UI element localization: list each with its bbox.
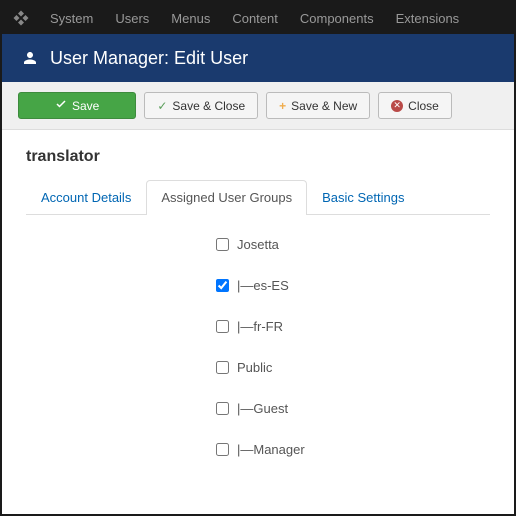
group-label: |—Guest [237,401,288,416]
header-title: User Manager: Edit User [50,48,248,69]
save-label: Save [72,99,99,113]
menu-system[interactable]: System [40,11,103,26]
group-checkbox-manager[interactable] [216,443,229,456]
tabs: Account Details Assigned User Groups Bas… [26,180,490,215]
save-new-label: Save & New [291,99,357,113]
menu-menus[interactable]: Menus [161,11,220,26]
user-groups-list: Josetta |—es-ES |—fr-FR Public |—Guest |… [26,215,490,457]
group-item[interactable]: Josetta [216,237,490,252]
save-close-button[interactable]: ✓ Save & Close [144,92,258,119]
tab-assigned-user-groups[interactable]: Assigned User Groups [146,180,307,215]
menu-users[interactable]: Users [105,11,159,26]
save-new-button[interactable]: + Save & New [266,92,370,119]
save-close-label: Save & Close [172,99,245,113]
group-checkbox-guest[interactable] [216,402,229,415]
menu-content[interactable]: Content [222,11,288,26]
tab-account-details[interactable]: Account Details [26,180,146,214]
group-checkbox-josetta[interactable] [216,238,229,251]
group-item[interactable]: |—fr-FR [216,319,490,334]
group-label: |—fr-FR [237,319,283,334]
group-item[interactable]: |—Manager [216,442,490,457]
page-title: translator [26,148,490,166]
check-icon: ✓ [157,99,167,113]
group-label: |—es-ES [237,278,289,293]
content-area: translator Account Details Assigned User… [2,130,514,501]
group-label: Public [237,360,272,375]
group-checkbox-public[interactable] [216,361,229,374]
close-button[interactable]: ✕ Close [378,92,452,119]
close-label: Close [408,99,439,113]
group-item[interactable]: |—es-ES [216,278,490,293]
group-checkbox-fr-fr[interactable] [216,320,229,333]
user-icon [20,48,40,68]
menu-extensions[interactable]: Extensions [386,11,470,26]
tab-basic-settings[interactable]: Basic Settings [307,180,419,214]
group-label: Josetta [237,237,279,252]
group-item[interactable]: Public [216,360,490,375]
group-item[interactable]: |—Guest [216,401,490,416]
group-label: |—Manager [237,442,305,457]
apply-icon [55,98,67,113]
action-toolbar: Save ✓ Save & Close + Save & New ✕ Close [2,82,514,130]
group-checkbox-es-es[interactable] [216,279,229,292]
menu-components[interactable]: Components [290,11,384,26]
plus-icon: + [279,99,286,113]
top-menu-bar: System Users Menus Content Components Ex… [2,2,514,34]
joomla-logo-icon[interactable] [10,7,32,29]
close-icon: ✕ [391,100,403,112]
page-header: User Manager: Edit User [2,34,514,82]
save-button[interactable]: Save [18,92,136,119]
